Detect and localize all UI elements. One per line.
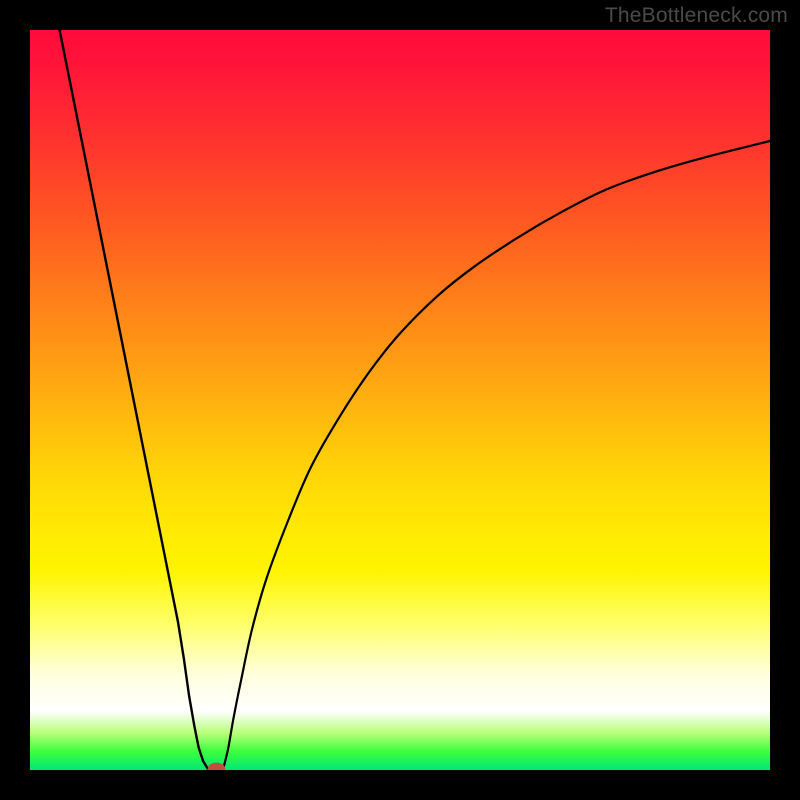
plot-area [30, 30, 770, 770]
curve-left [60, 30, 208, 769]
chart-frame: TheBottleneck.com [0, 0, 800, 800]
watermark-label: TheBottleneck.com [605, 4, 788, 28]
minimum-marker-icon [208, 763, 226, 770]
curve-layer [30, 30, 770, 770]
curve-right [224, 141, 770, 766]
